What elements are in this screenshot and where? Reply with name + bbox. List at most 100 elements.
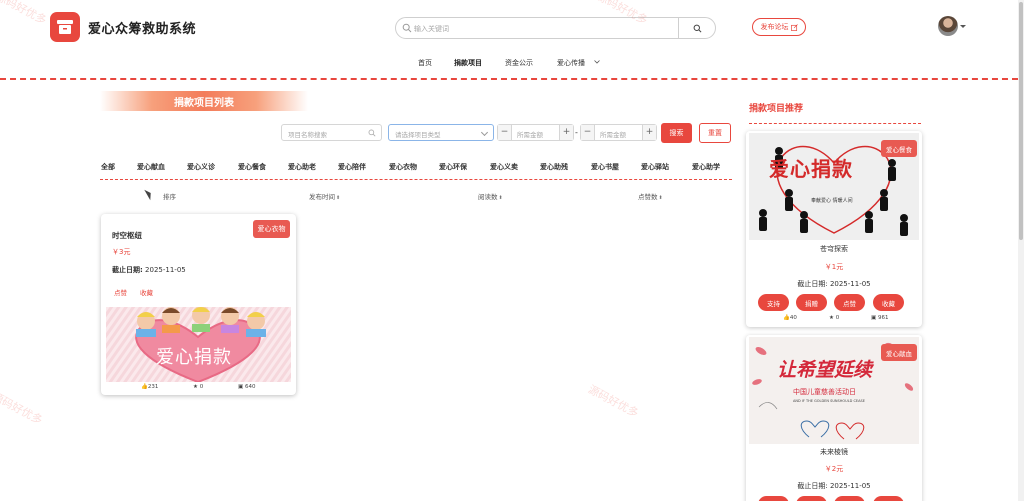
decrement-button[interactable]: − [498, 125, 512, 140]
category-item[interactable]: 爱心陪伴 [338, 162, 366, 172]
post-forum-label: 发布论坛 [760, 23, 789, 31]
category-tabs: 全部 爱心献血 爱心义诊 爱心餐食 爱心助老 爱心陪伴 爱心衣物 爱心环保 爱心… [100, 162, 732, 174]
increment-button[interactable]: + [559, 125, 573, 140]
project-stats: 👍231 ★ 0 ▣ 640 [101, 384, 296, 393]
category-divider [100, 179, 732, 180]
favorite-link[interactable]: 收藏 [140, 287, 153, 297]
recommend-image-subtext: 奉献爱心 情暖人间 [811, 198, 853, 204]
project-deadline: 截止日期: 2025-11-05 [112, 265, 186, 275]
favorite-button[interactable] [873, 496, 904, 501]
likes-count: 👍231 [141, 384, 158, 390]
category-all[interactable]: 全部 [101, 162, 115, 172]
category-item[interactable]: 爱心衣物 [389, 162, 417, 172]
nav-divider [0, 78, 1018, 80]
amount-min-stepper[interactable]: − 所需金额 + [497, 124, 574, 141]
range-separator: - [575, 128, 578, 137]
scrollbar-thumb[interactable] [1019, 2, 1023, 240]
thumb-up-icon: 👍 [141, 384, 148, 390]
favorite-button[interactable]: 收藏 [873, 294, 904, 311]
project-price: ￥3元 [112, 248, 131, 256]
chevron-down-icon[interactable] [960, 25, 966, 28]
project-type-select[interactable]: 请选择项目类型 [388, 124, 494, 141]
project-image[interactable]: 爱心捐款 [106, 307, 291, 382]
project-title[interactable]: 时空枢纽 [112, 230, 142, 241]
recommend-divider [749, 123, 921, 124]
deadline-label: 截止日期: [112, 266, 143, 274]
recommend-deadline: 截止日期: 2025-11-05 [797, 280, 871, 288]
sort-like-count[interactable]: 点赞数⬍ [638, 191, 663, 201]
category-item[interactable]: 爱心助老 [288, 162, 316, 172]
app-logo-icon[interactable] [50, 12, 80, 42]
support-button[interactable] [758, 496, 789, 501]
amount-max-stepper[interactable]: − 所需金额 + [580, 124, 657, 141]
recommend-name[interactable]: 未来棱镜 [746, 447, 922, 457]
search-button[interactable] [678, 18, 715, 38]
like-button[interactable] [834, 496, 865, 501]
nav-donation-projects[interactable]: 捐款项目 [454, 58, 482, 68]
reads-count: ▣ 961 [871, 315, 888, 321]
read-icon: ▣ [871, 315, 877, 321]
nav-fund-disclosure[interactable]: 资金公示 [505, 58, 533, 68]
sort-publish-time[interactable]: 发布时间⬍ [309, 191, 340, 201]
reset-button[interactable]: 重置 [699, 123, 731, 143]
recommend-card[interactable]: 让希望延续 中国儿童慈善活动日 AND IF THE GOLDEN SUNSHO… [746, 335, 922, 501]
sort-bar: 排序 发布时间⬍ 阅读数⬍ 点赞数⬍ [100, 191, 732, 203]
donate-button[interactable]: 捐赠 [796, 294, 827, 311]
sort-read-count[interactable]: 阅读数⬍ [478, 191, 503, 201]
category-item[interactable]: 爱心助残 [540, 162, 568, 172]
project-name-search-input[interactable]: 项目名称搜索 [281, 124, 382, 141]
search-icon [693, 24, 701, 32]
reads-value: 640 [244, 384, 256, 390]
user-avatar[interactable] [938, 16, 958, 36]
sort-arrows-icon: ⬍ [336, 195, 341, 201]
decrement-button[interactable]: − [581, 125, 595, 140]
page-scrollbar[interactable] [1018, 0, 1024, 501]
sort-label: 阅读数 [478, 193, 498, 201]
recommend-name[interactable]: 苍穹探索 [746, 244, 922, 254]
nav-love-spread[interactable]: 爱心传播 [557, 58, 585, 68]
project-type-placeholder: 请选择项目类型 [395, 131, 441, 139]
amount-min-placeholder: 所需金额 [517, 131, 543, 139]
like-button[interactable]: 点赞 [834, 294, 865, 311]
likes-value: 40 [789, 315, 797, 321]
recommend-card[interactable]: 爱心捐款 奉献爱心 情暖人间 爱心餐食 苍穹探索 ￥1元 截止日期: 2025-… [746, 131, 922, 327]
donate-button[interactable] [796, 496, 827, 501]
project-image-text: 爱心捐款 [156, 347, 232, 368]
app-title[interactable]: 爱心众筹救助系统 [88, 18, 196, 37]
chevron-down-icon[interactable] [594, 60, 600, 64]
category-item[interactable]: 爱心驿站 [641, 162, 669, 172]
thumb-up-icon: 👍 [783, 315, 790, 321]
support-button[interactable]: 支持 [758, 294, 789, 311]
like-link[interactable]: 点赞 [114, 287, 127, 297]
watermark: 源码好优多 [0, 389, 45, 428]
category-item[interactable]: 爱心义诊 [187, 162, 215, 172]
star-icon: ★ [193, 384, 198, 390]
search-icon [368, 129, 376, 137]
category-item[interactable]: 爱心餐食 [238, 162, 266, 172]
recommend-stats: 👍40 ★ 0 ▣ 961 [746, 315, 922, 324]
main-nav: 首页 捐款项目 资金公示 爱心传播 [0, 56, 1018, 72]
recommend-image-subtext: 中国儿童慈善活动日 [793, 388, 856, 396]
search-input[interactable]: 输入关键词 [414, 24, 449, 34]
recommend-deadline: 截止日期: 2025-11-05 [797, 482, 871, 490]
stars-count: ★ 0 [829, 315, 839, 321]
category-item[interactable]: 爱心义卖 [490, 162, 518, 172]
read-icon: ▣ [238, 384, 244, 390]
stars-value: 0 [199, 384, 204, 390]
project-card[interactable]: 爱心衣物 时空枢纽 ￥3元 截止日期: 2025-11-05 点赞 收藏 爱心捐… [101, 214, 296, 395]
chevron-down-icon [480, 128, 489, 137]
search-icon [402, 23, 412, 33]
search-button[interactable]: 搜索 [661, 123, 692, 143]
increment-button[interactable]: + [642, 125, 656, 140]
category-badge: 爱心餐食 [881, 140, 917, 157]
category-item[interactable]: 爱心助学 [692, 162, 720, 172]
nav-home[interactable]: 首页 [418, 58, 432, 68]
category-badge: 爱心献血 [881, 344, 917, 361]
category-item[interactable]: 爱心书屋 [591, 162, 619, 172]
list-title: 捐款项目列表 [174, 98, 234, 109]
sort-default[interactable]: 排序 [163, 191, 176, 201]
category-item[interactable]: 爱心献血 [137, 162, 165, 172]
post-forum-button[interactable]: 发布论坛 [752, 18, 806, 36]
stars-value: 0 [835, 315, 840, 321]
category-item[interactable]: 爱心环保 [439, 162, 467, 172]
